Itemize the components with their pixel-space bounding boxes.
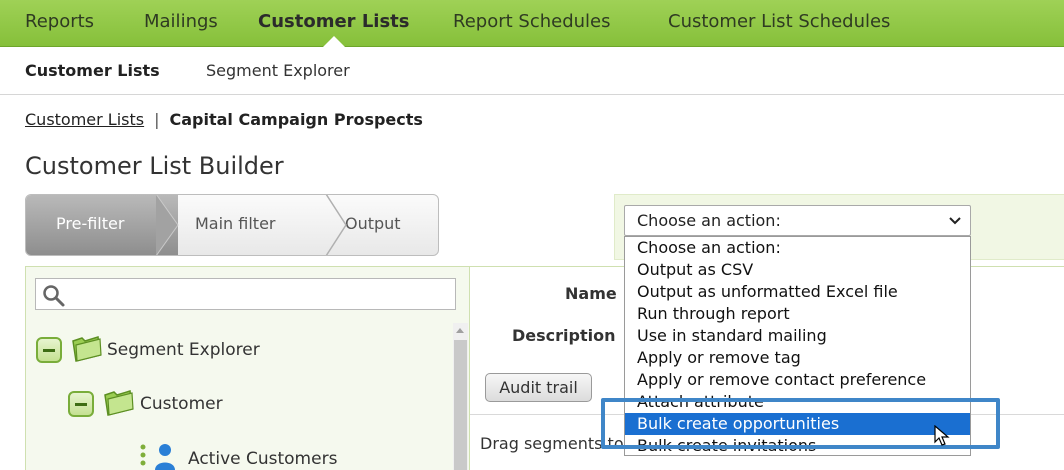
tab-customer-list-schedules[interactable]: Customer List Schedules bbox=[668, 0, 890, 46]
mouse-cursor-icon bbox=[934, 425, 950, 446]
folder-icon bbox=[104, 390, 134, 416]
scrollbar-thumb[interactable] bbox=[454, 340, 467, 470]
chevron-down-icon bbox=[949, 217, 961, 225]
breadcrumb-link-customer-lists[interactable]: Customer Lists bbox=[25, 110, 144, 129]
tree-node-segment-explorer[interactable]: Segment Explorer bbox=[36, 335, 336, 365]
action-select[interactable]: Choose an action: bbox=[624, 205, 971, 236]
tab-reports[interactable]: Reports bbox=[25, 0, 94, 46]
page-title: Customer List Builder bbox=[25, 152, 284, 180]
option-output-as-excel[interactable]: Output as unformatted Excel file bbox=[625, 281, 970, 303]
description-label: Description bbox=[512, 326, 616, 345]
breadcrumb-separator: | bbox=[154, 110, 160, 129]
search-icon bbox=[43, 285, 65, 307]
scroll-up-arrow-icon[interactable] bbox=[456, 328, 464, 333]
step-wizard: Pre-filter Main filter Output bbox=[25, 194, 439, 256]
folder-icon bbox=[72, 336, 102, 362]
tree-node-label: Active Customers bbox=[188, 449, 338, 469]
option-apply-or-remove-contact-preference[interactable]: Apply or remove contact preference bbox=[625, 369, 970, 391]
tab-mailings[interactable]: Mailings bbox=[144, 0, 218, 46]
person-icon bbox=[155, 444, 175, 470]
step-arrows bbox=[156, 195, 347, 255]
breadcrumb: Customer Lists | Capital Campaign Prospect… bbox=[25, 110, 423, 129]
tree-scrollbar[interactable] bbox=[453, 323, 468, 470]
breadcrumb-current: Capital Campaign Prospects bbox=[169, 110, 423, 129]
name-label: Name bbox=[565, 284, 617, 303]
collapse-icon[interactable] bbox=[68, 391, 94, 417]
sub-nav: Customer Lists Segment Explorer bbox=[0, 47, 1064, 95]
option-run-through-report[interactable]: Run through report bbox=[625, 303, 970, 325]
active-tab-indicator bbox=[323, 36, 345, 47]
audit-trail-button[interactable]: Audit trail bbox=[485, 373, 592, 402]
tree-node-label: Segment Explorer bbox=[107, 340, 260, 360]
action-select-value: Choose an action: bbox=[637, 211, 781, 230]
option-apply-or-remove-tag[interactable]: Apply or remove tag bbox=[625, 347, 970, 369]
collapse-icon[interactable] bbox=[36, 337, 62, 363]
drag-handle-icon[interactable] bbox=[138, 443, 148, 470]
subnav-segment-explorer[interactable]: Segment Explorer bbox=[206, 61, 350, 80]
tab-report-schedules[interactable]: Report Schedules bbox=[453, 0, 610, 46]
subnav-customer-lists[interactable]: Customer Lists bbox=[25, 61, 160, 80]
tree-node-label: Customer bbox=[140, 394, 223, 414]
option-use-in-standard-mailing[interactable]: Use in standard mailing bbox=[625, 325, 970, 347]
option-output-as-csv[interactable]: Output as CSV bbox=[625, 259, 970, 281]
tree-search-input[interactable] bbox=[35, 278, 456, 310]
tree-node-customer[interactable]: Customer bbox=[68, 389, 368, 419]
option-choose-an-action[interactable]: Choose an action: bbox=[625, 237, 970, 259]
top-nav: Reports Mailings Customer Lists Report S… bbox=[0, 0, 1064, 47]
tree-node-active-customers[interactable]: Active Customers bbox=[138, 443, 438, 470]
